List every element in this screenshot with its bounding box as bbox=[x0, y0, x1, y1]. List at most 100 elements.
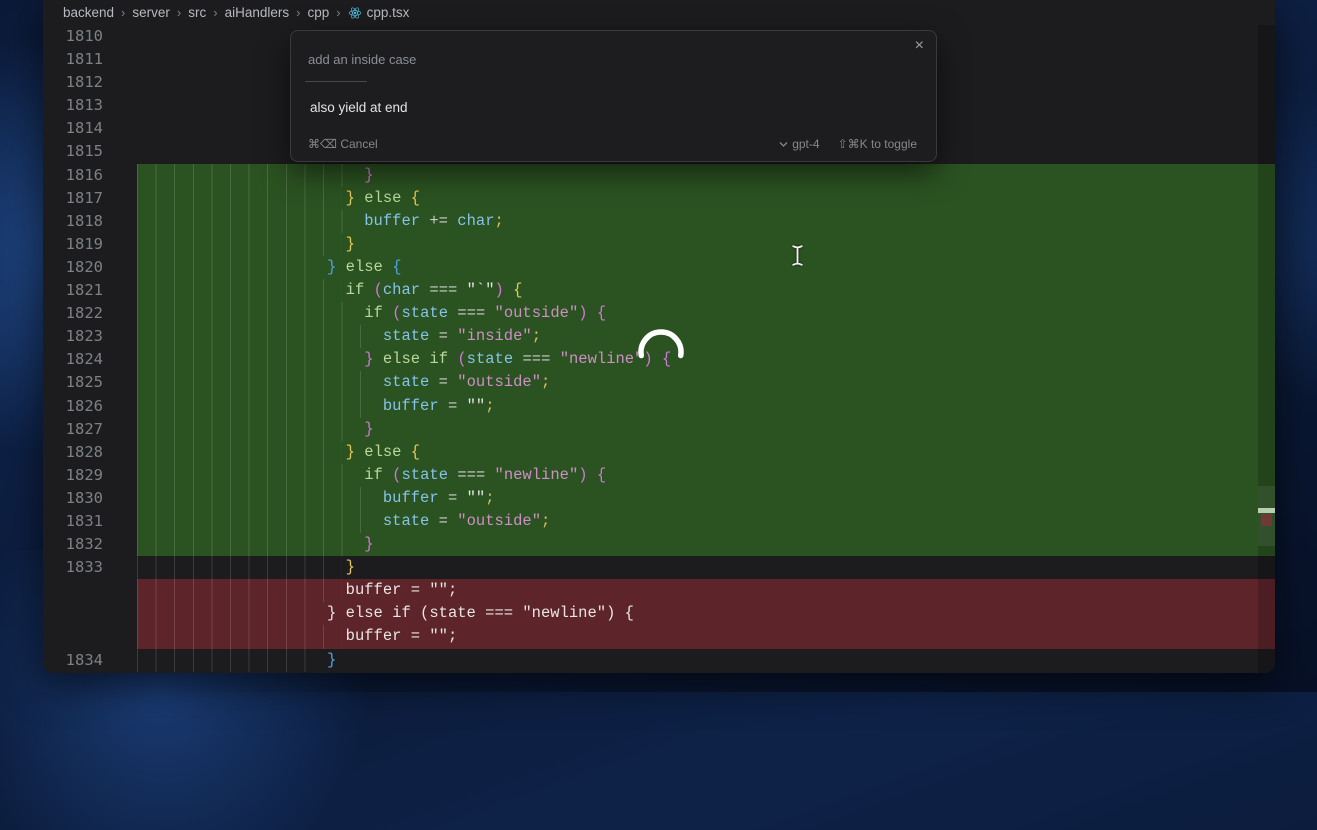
line-number: 1829 bbox=[43, 464, 137, 487]
line-number: 1818 bbox=[43, 210, 137, 233]
close-icon[interactable]: × bbox=[915, 37, 924, 55]
line-number: 1822 bbox=[43, 302, 137, 325]
code-text: } bbox=[137, 649, 1275, 672]
line-number: 1821 bbox=[43, 279, 137, 302]
chevron-down-icon bbox=[779, 141, 788, 148]
code-line-added[interactable]: 1822 if (state === "outside") { bbox=[43, 302, 1275, 325]
breadcrumb-separator: › bbox=[296, 5, 300, 20]
breadcrumb-separator: › bbox=[121, 5, 125, 20]
inline-ai-prompt-dialog: × add an inside case also yield at end ⌘… bbox=[290, 30, 937, 162]
code-text: buffer = ""; bbox=[137, 487, 1275, 510]
breadcrumb-item[interactable]: src bbox=[188, 5, 206, 20]
code-line-added[interactable]: 1821 if (char === "`") { bbox=[43, 279, 1275, 302]
line-number: 1834 bbox=[43, 649, 137, 672]
model-name: gpt-4 bbox=[792, 137, 819, 151]
breadcrumb-separator: › bbox=[213, 5, 217, 20]
line-number: 1833 bbox=[43, 556, 137, 579]
line-number: 1828 bbox=[43, 441, 137, 464]
code-line-added[interactable]: 1820 } else { bbox=[43, 256, 1275, 279]
code-text: buffer = ""; bbox=[137, 625, 1275, 648]
react-icon bbox=[348, 6, 362, 20]
prompt-history-text: add an inside case bbox=[308, 52, 416, 67]
code-text: buffer += char; bbox=[137, 210, 1275, 233]
code-line-added[interactable]: 1828 } else { bbox=[43, 441, 1275, 464]
line-number: 1815 bbox=[43, 140, 137, 163]
code-line-deleted[interactable]: buffer = ""; bbox=[43, 579, 1275, 602]
line-number: 1830 bbox=[43, 487, 137, 510]
code-text: } bbox=[137, 418, 1275, 441]
line-number: 1824 bbox=[43, 348, 137, 371]
code-text: } else if (state === "newline") { bbox=[137, 602, 1275, 625]
loading-spinner-icon bbox=[638, 329, 684, 375]
line-number: 1819 bbox=[43, 233, 137, 256]
code-text: state = "outside"; bbox=[137, 510, 1275, 533]
scrollbar-track[interactable] bbox=[1258, 25, 1275, 673]
code-line-added[interactable]: 1818 buffer += char; bbox=[43, 210, 1275, 233]
code-line-added[interactable]: 1832 } bbox=[43, 533, 1275, 556]
code-text: buffer = ""; bbox=[137, 579, 1275, 602]
breadcrumb[interactable]: backend › server › src › aiHandlers › cpp › cpp.ts… bbox=[43, 0, 1275, 25]
code-line[interactable]: 1833 } bbox=[43, 556, 1275, 579]
line-number: 1816 bbox=[43, 164, 137, 187]
code-line-added[interactable]: 1831 state = "outside"; bbox=[43, 510, 1275, 533]
code-line-deleted[interactable]: } else if (state === "newline") { bbox=[43, 602, 1275, 625]
cancel-keys: ⌘⌫ bbox=[308, 137, 337, 151]
code-text: buffer = ""; bbox=[137, 395, 1275, 418]
line-number: 1817 bbox=[43, 187, 137, 210]
code-text: } bbox=[137, 533, 1275, 556]
code-line-added[interactable]: 1816 } bbox=[43, 164, 1275, 187]
line-number: 1811 bbox=[43, 48, 137, 71]
text-cursor-ibeam-icon bbox=[791, 244, 804, 272]
code-text: } else { bbox=[137, 441, 1275, 464]
model-selector[interactable]: gpt-4 bbox=[779, 137, 819, 151]
line-number: 1813 bbox=[43, 94, 137, 117]
breadcrumb-item-file[interactable]: cpp.tsx bbox=[348, 5, 410, 20]
line-number: 1827 bbox=[43, 418, 137, 441]
breadcrumb-item[interactable]: server bbox=[132, 5, 170, 20]
code-text: } else if (state === "newline") { bbox=[137, 348, 1275, 371]
line-number bbox=[43, 625, 137, 648]
line-number: 1826 bbox=[43, 395, 137, 418]
overview-ruler-deleted-marker bbox=[1261, 514, 1272, 526]
dialog-divider bbox=[305, 81, 367, 82]
prompt-input[interactable]: also yield at end bbox=[310, 100, 408, 115]
line-number: 1831 bbox=[43, 510, 137, 533]
code-line-added[interactable]: 1819 } bbox=[43, 233, 1275, 256]
line-number: 1814 bbox=[43, 117, 137, 140]
line-number bbox=[43, 579, 137, 602]
code-text: if (state === "outside") { bbox=[137, 302, 1275, 325]
code-text: } bbox=[137, 233, 1275, 256]
line-number bbox=[43, 602, 137, 625]
code-text: } else { bbox=[137, 256, 1275, 279]
code-line-deleted[interactable]: buffer = ""; bbox=[43, 625, 1275, 648]
code-line-added[interactable]: 1817 } else { bbox=[43, 187, 1275, 210]
line-number: 1823 bbox=[43, 325, 137, 348]
code-text: state = "inside"; bbox=[137, 325, 1275, 348]
breadcrumb-separator: › bbox=[336, 5, 340, 20]
line-number: 1820 bbox=[43, 256, 137, 279]
code-line-added[interactable]: 1830 buffer = ""; bbox=[43, 487, 1275, 510]
line-number: 1832 bbox=[43, 533, 137, 556]
line-number: 1810 bbox=[43, 25, 137, 48]
breadcrumb-item[interactable]: backend bbox=[63, 5, 114, 20]
code-line-added[interactable]: 1829 if (state === "newline") { bbox=[43, 464, 1275, 487]
code-line[interactable]: 1834 } bbox=[43, 649, 1275, 672]
cancel-label: Cancel bbox=[340, 137, 377, 151]
code-text: } else { bbox=[137, 187, 1275, 210]
code-text: } bbox=[137, 164, 1275, 187]
breadcrumb-file-name: cpp.tsx bbox=[367, 5, 410, 20]
code-text: if (char === "`") { bbox=[137, 279, 1275, 302]
code-line-added[interactable]: 1827 } bbox=[43, 418, 1275, 441]
line-number: 1812 bbox=[43, 71, 137, 94]
code-text: if (state === "newline") { bbox=[137, 464, 1275, 487]
cancel-button[interactable]: ⌘⌫ Cancel bbox=[308, 137, 378, 151]
line-number: 1825 bbox=[43, 371, 137, 394]
code-text: } bbox=[137, 556, 1275, 579]
breadcrumb-separator: › bbox=[177, 5, 181, 20]
breadcrumb-item[interactable]: aiHandlers bbox=[225, 5, 290, 20]
code-text: state = "outside"; bbox=[137, 371, 1275, 394]
breadcrumb-item[interactable]: cpp bbox=[307, 5, 329, 20]
editor-window: backend › server › src › aiHandlers › cpp › cpp.ts… bbox=[43, 0, 1275, 673]
code-line-added[interactable]: 1826 buffer = ""; bbox=[43, 395, 1275, 418]
toggle-hint: ⇧⌘K to toggle bbox=[838, 137, 917, 151]
